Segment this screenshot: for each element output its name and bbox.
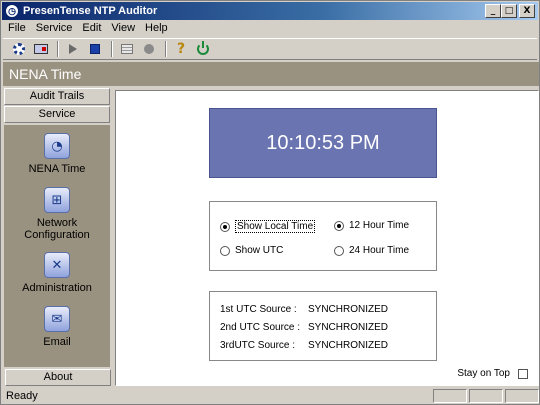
power-icon — [197, 41, 209, 55]
radio-label: Show UTC — [235, 245, 284, 256]
show-local-time-radio[interactable]: Show Local Time — [220, 220, 316, 233]
status-pane — [469, 389, 503, 403]
menu-edit[interactable]: Edit — [77, 21, 106, 37]
about-button[interactable]: About — [5, 369, 111, 386]
toolbar-separator — [111, 41, 113, 57]
help-icon: ? — [176, 41, 186, 57]
start-button[interactable] — [63, 40, 83, 58]
status-pane — [433, 389, 467, 403]
radio-button-checked[interactable] — [334, 220, 344, 231]
sidebar-item-label: Administration — [22, 282, 92, 294]
sidebar: Audit Trails Service ◔ NENA Time ⊞ Netwo… — [3, 88, 111, 388]
menu-service[interactable]: Service — [31, 21, 78, 37]
menu-help[interactable]: Help — [140, 21, 173, 37]
stop-icon — [90, 44, 100, 54]
help-button[interactable]: ? — [171, 40, 191, 58]
monitor-icon — [34, 44, 48, 54]
utc-sources-group: 1st UTC Source : SYNCHRONIZED 2nd UTC So… — [209, 291, 437, 361]
status-bar: Ready — [3, 388, 539, 404]
sidebar-item-label: Network Configuration — [24, 217, 90, 241]
sidebar-item-administration[interactable]: ✕ Administration — [4, 252, 110, 294]
radio-button-checked[interactable] — [220, 221, 230, 232]
sidebar-item-email[interactable]: ✉ Email — [4, 306, 110, 348]
stay-on-top-option[interactable]: Stay on Top — [457, 368, 528, 379]
record-button[interactable] — [139, 40, 159, 58]
audit-trails-button[interactable]: Audit Trails — [4, 88, 110, 105]
title-bar[interactable]: ◷ PresenTense NTP Auditor _ □ X — [2, 2, 538, 20]
report-button[interactable] — [117, 40, 137, 58]
status-text: Ready — [6, 390, 38, 402]
24-hour-time-radio[interactable]: 24 Hour Time — [334, 245, 409, 256]
utc-source-row: 2nd UTC Source : SYNCHRONIZED — [220, 322, 388, 333]
utc-source-row: 3rdUTC Source : SYNCHRONIZED — [220, 340, 388, 351]
sidebar-item-network-configuration[interactable]: ⊞ Network Configuration — [4, 187, 110, 241]
tools-icon: ✕ — [44, 252, 70, 278]
clock-display: 10:10:53 PM — [209, 108, 437, 178]
toolbar: ? — [3, 38, 537, 60]
utc-source-status: SYNCHRONIZED — [308, 322, 389, 333]
stay-on-top-checkbox[interactable] — [518, 368, 528, 379]
sidebar-item-label: NENA Time — [28, 163, 86, 175]
toolbar-separator — [57, 41, 59, 57]
sidebar-item-nena-time[interactable]: ◔ NENA Time — [4, 133, 110, 175]
show-utc-radio[interactable]: Show UTC — [220, 245, 283, 256]
radio-label: 24 Hour Time — [349, 245, 410, 256]
email-icon: ✉ — [44, 306, 70, 332]
menu-view[interactable]: View — [106, 21, 140, 37]
stay-on-top-label: Stay on Top — [457, 368, 510, 379]
menu-file[interactable]: File — [3, 21, 31, 37]
maximize-button[interactable]: □ — [501, 4, 517, 18]
app-window: ◷ PresenTense NTP Auditor _ □ X File Ser… — [0, 0, 540, 405]
page-title: NENA Time — [3, 62, 539, 86]
menu-bar: File Service Edit View Help — [3, 21, 173, 37]
utc-source-label: 1st UTC Source : — [220, 304, 297, 315]
clock-icon: ◔ — [44, 133, 70, 159]
play-icon — [69, 44, 77, 54]
utc-source-status: SYNCHRONIZED — [308, 304, 389, 315]
service-panel: ◔ NENA Time ⊞ Network Configuration ✕ Ad… — [4, 125, 110, 367]
report-icon — [121, 44, 133, 54]
gear-icon — [13, 43, 25, 55]
utc-source-status: SYNCHRONIZED — [308, 340, 389, 351]
toolbar-separator — [165, 41, 167, 57]
service-button[interactable]: Service — [4, 106, 110, 123]
network-icon: ⊞ — [44, 187, 70, 213]
utc-source-row: 1st UTC Source : SYNCHRONIZED — [220, 304, 388, 315]
settings-button[interactable] — [9, 40, 29, 58]
record-icon — [144, 44, 154, 54]
sidebar-item-label: Email — [43, 336, 71, 348]
radio-button[interactable] — [220, 245, 230, 256]
app-clock-icon[interactable]: ◷ — [5, 4, 19, 18]
monitor-button[interactable] — [31, 40, 51, 58]
power-button[interactable] — [193, 40, 213, 58]
radio-button[interactable] — [334, 245, 344, 256]
radio-label: Show Local Time — [235, 220, 316, 233]
window-title: PresenTense NTP Auditor — [23, 5, 158, 17]
stop-button[interactable] — [85, 40, 105, 58]
main-content: 10:10:53 PM Show Local Time Show UTC 12 … — [115, 90, 539, 386]
minimize-button[interactable]: _ — [485, 4, 501, 18]
status-pane — [505, 389, 539, 403]
close-button[interactable]: X — [519, 4, 535, 18]
utc-source-label: 2nd UTC Source : — [220, 322, 301, 333]
utc-source-label: 3rdUTC Source : — [220, 340, 296, 351]
time-options-group: Show Local Time Show UTC 12 Hour Time 24… — [209, 201, 437, 271]
12-hour-time-radio[interactable]: 12 Hour Time — [334, 220, 409, 231]
radio-label: 12 Hour Time — [349, 220, 410, 231]
